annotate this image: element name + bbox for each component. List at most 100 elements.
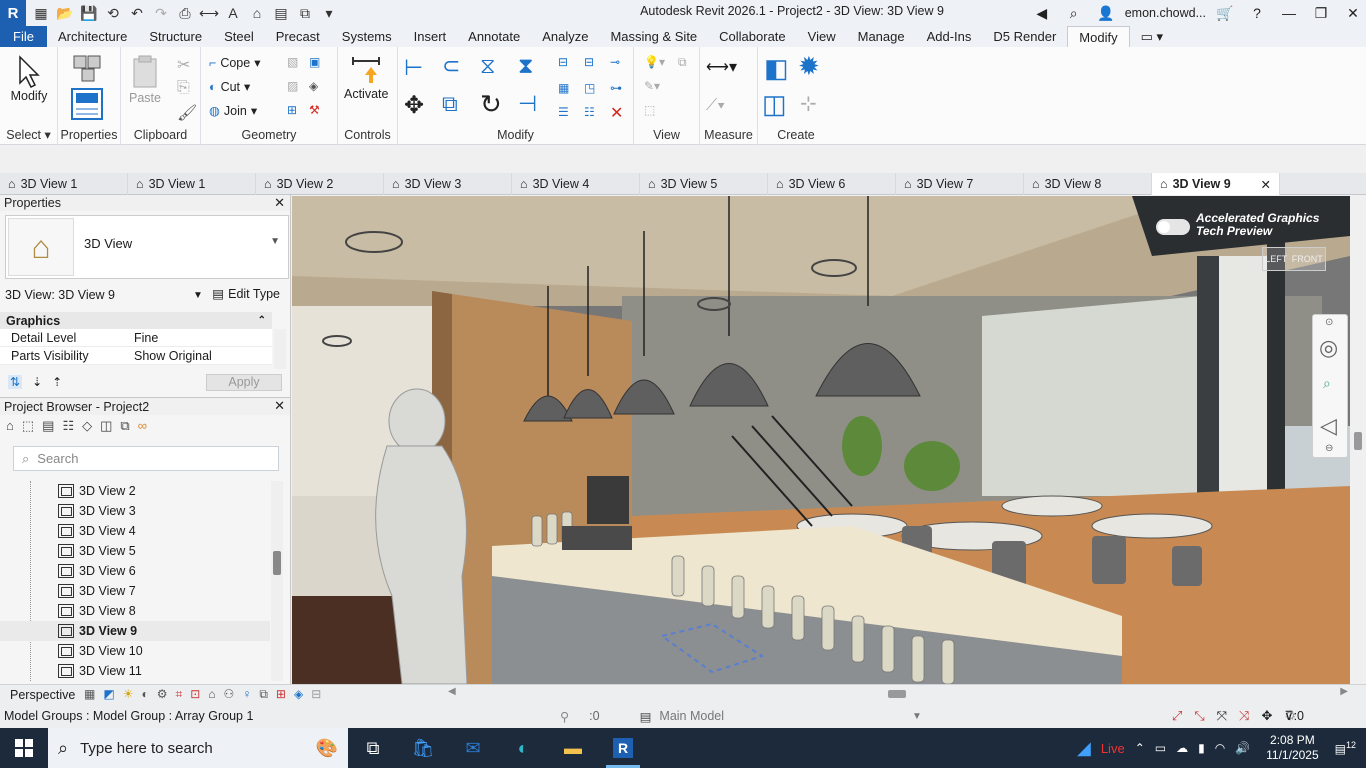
- dimension-icon[interactable]: ⟋▾: [706, 97, 725, 115]
- split-icon[interactable]: ⊟: [558, 55, 568, 69]
- view-tab[interactable]: ⌂ 3D View 8: [1024, 173, 1152, 195]
- join-button[interactable]: ◍ Join ▾: [209, 103, 257, 119]
- worksets-icon[interactable]: ⚲: [560, 709, 569, 724]
- horizontal-scroll-thumb[interactable]: [888, 690, 906, 698]
- hide-icon[interactable]: 💡▾: [644, 55, 665, 69]
- ribbon-tab-steel[interactable]: Steel: [213, 26, 265, 47]
- sun-path-icon[interactable]: ☀: [123, 687, 134, 702]
- trim-multiple-icon[interactable]: ☰: [558, 105, 569, 119]
- type-properties-button[interactable]: [70, 53, 106, 85]
- browser-schedules-icon[interactable]: ▤: [42, 418, 54, 434]
- steering-wheel-icon[interactable]: ◎: [1319, 335, 1338, 361]
- wifi-icon[interactable]: ◠: [1215, 741, 1225, 755]
- ribbon-tab-view[interactable]: View: [797, 26, 847, 47]
- nav-options-icon[interactable]: ⊖: [1325, 443, 1333, 454]
- view-tab[interactable]: ⌂ 3D View 7: [896, 173, 1024, 195]
- split-gap-icon[interactable]: ⊟: [584, 55, 594, 69]
- back-icon[interactable]: ◀: [1029, 0, 1055, 26]
- temp-view-props-icon[interactable]: ⧉: [259, 687, 268, 702]
- trim-extend-icon[interactable]: ☷: [584, 105, 595, 119]
- revit-logo-icon[interactable]: R: [0, 0, 26, 26]
- demolish-icon[interactable]: ▨: [287, 79, 298, 93]
- select-underlay-icon[interactable]: ⤡: [1194, 708, 1204, 724]
- shadows-icon[interactable]: ◐: [141, 687, 148, 702]
- override-icon[interactable]: ⧉: [678, 55, 687, 70]
- activate-button[interactable]: Activate: [344, 53, 388, 101]
- view-tab[interactable]: ⌂ 3D View 3: [384, 173, 512, 195]
- ribbon-tab-structure[interactable]: Structure: [138, 26, 213, 47]
- browser-item[interactable]: 3D View 5: [0, 541, 270, 561]
- pin-icon[interactable]: ⊸: [610, 55, 620, 69]
- ribbon-tab-insert[interactable]: Insert: [403, 26, 458, 47]
- help-icon[interactable]: ?: [1244, 0, 1270, 26]
- properties-button[interactable]: [70, 87, 104, 121]
- paint-icon[interactable]: ◈: [309, 79, 318, 93]
- view-tab[interactable]: ⌂ 3D View 5: [640, 173, 768, 195]
- offset-icon[interactable]: ⊂: [442, 53, 460, 79]
- ribbon-tab-precast[interactable]: Precast: [265, 26, 331, 47]
- paste-button[interactable]: Paste: [129, 55, 161, 105]
- browser-scrollbar[interactable]: [271, 481, 283, 681]
- view-tab[interactable]: ⌂ 3D View 1: [128, 173, 256, 195]
- create-group-icon[interactable]: ◫: [762, 89, 787, 120]
- copy-element-icon[interactable]: ⧉: [442, 91, 458, 117]
- sort-icon[interactable]: ⇅: [8, 375, 23, 389]
- match-properties-icon[interactable]: 🖌: [177, 103, 197, 123]
- graphics-category[interactable]: Graphics ⌃: [0, 312, 272, 329]
- ribbon-tab-manage[interactable]: Manage: [847, 26, 916, 47]
- viewport-horizontal-scrollbar[interactable]: ◀ ▶: [448, 686, 1348, 700]
- user-icon[interactable]: 👤: [1093, 0, 1119, 26]
- move-icon[interactable]: ✥: [404, 91, 424, 120]
- revit-taskbar-icon[interactable]: R: [598, 728, 648, 768]
- weather-icon[interactable]: ◢: [1077, 738, 1091, 759]
- binoculars-icon[interactable]: ⌕: [1061, 0, 1087, 26]
- scroll-left-icon[interactable]: ◀: [448, 686, 456, 697]
- view-tab[interactable]: ⌂ 3D View 4: [512, 173, 640, 195]
- home-icon[interactable]: ▦: [30, 2, 52, 24]
- mirror-draw-icon[interactable]: ⧗: [518, 53, 533, 79]
- chevron-down-icon[interactable]: ▼: [193, 290, 203, 301]
- browser-views-icon[interactable]: ⬚: [22, 418, 34, 434]
- 3d-view-icon[interactable]: ⌂: [246, 2, 268, 24]
- ribbon-options-icon[interactable]: ▭ ▾: [1130, 26, 1174, 47]
- crop-view-icon[interactable]: ⌗: [175, 687, 182, 702]
- modify-button[interactable]: Modify: [8, 55, 50, 103]
- sort-desc-icon[interactable]: ⇡: [52, 375, 62, 389]
- cart-icon[interactable]: 🛒: [1212, 0, 1238, 26]
- print-icon[interactable]: ⎙: [174, 2, 196, 24]
- close-properties-icon[interactable]: ✕: [274, 195, 285, 211]
- meet-now-icon[interactable]: ▭: [1155, 741, 1166, 755]
- type-selector[interactable]: ⌂ 3D View ▼: [5, 215, 289, 279]
- design-options[interactable]: ▤ Main Model ▼: [640, 709, 922, 724]
- select-pinned-icon[interactable]: ⤧: [1217, 708, 1227, 724]
- ribbon-tab-systems[interactable]: Systems: [331, 26, 403, 47]
- minimize-button[interactable]: —: [1276, 0, 1302, 26]
- browser-link-icon[interactable]: ∞: [138, 418, 147, 434]
- zoom-icon[interactable]: ⌕: [1323, 375, 1331, 392]
- nav-close-icon[interactable]: ⊙: [1325, 317, 1333, 328]
- maximize-button[interactable]: ❐: [1308, 0, 1334, 26]
- create-similar-icon[interactable]: ⊹: [800, 91, 817, 116]
- sort-asc-icon[interactable]: ⇣: [32, 375, 42, 389]
- visibility-icon[interactable]: ⬚: [644, 103, 655, 117]
- tray-chevron-icon[interactable]: ⌃: [1135, 741, 1145, 755]
- close-browser-icon[interactable]: ✕: [274, 398, 285, 414]
- battery-icon[interactable]: ▮: [1198, 741, 1205, 755]
- switch-windows-icon[interactable]: ⧉: [294, 2, 316, 24]
- scroll-right-icon[interactable]: ▶: [1340, 686, 1348, 697]
- detail-level-icon[interactable]: ▦: [84, 687, 95, 702]
- prop-row-detail-level[interactable]: Detail Level Fine: [0, 329, 272, 347]
- edit-type-button[interactable]: ▤ Edit Type: [212, 286, 280, 302]
- linework-icon[interactable]: ✎▾: [644, 79, 660, 93]
- prop-value[interactable]: Show Original: [128, 349, 272, 363]
- browser-groups-icon[interactable]: ◫: [100, 418, 112, 434]
- beam-join-icon[interactable]: ⊞: [287, 103, 297, 117]
- browser-item[interactable]: 3D View 4: [0, 521, 270, 541]
- ribbon-tab-collaborate[interactable]: Collaborate: [708, 26, 797, 47]
- browser-links-icon[interactable]: ⧉: [120, 418, 129, 434]
- highlight-displacement-icon[interactable]: ◈: [294, 687, 303, 702]
- collapse-icon[interactable]: ⌃: [258, 315, 266, 326]
- properties-scrollbar[interactable]: [274, 329, 286, 369]
- ribbon-tab-analyze[interactable]: Analyze: [531, 26, 599, 47]
- ribbon-tab-modify[interactable]: Modify: [1067, 26, 1130, 47]
